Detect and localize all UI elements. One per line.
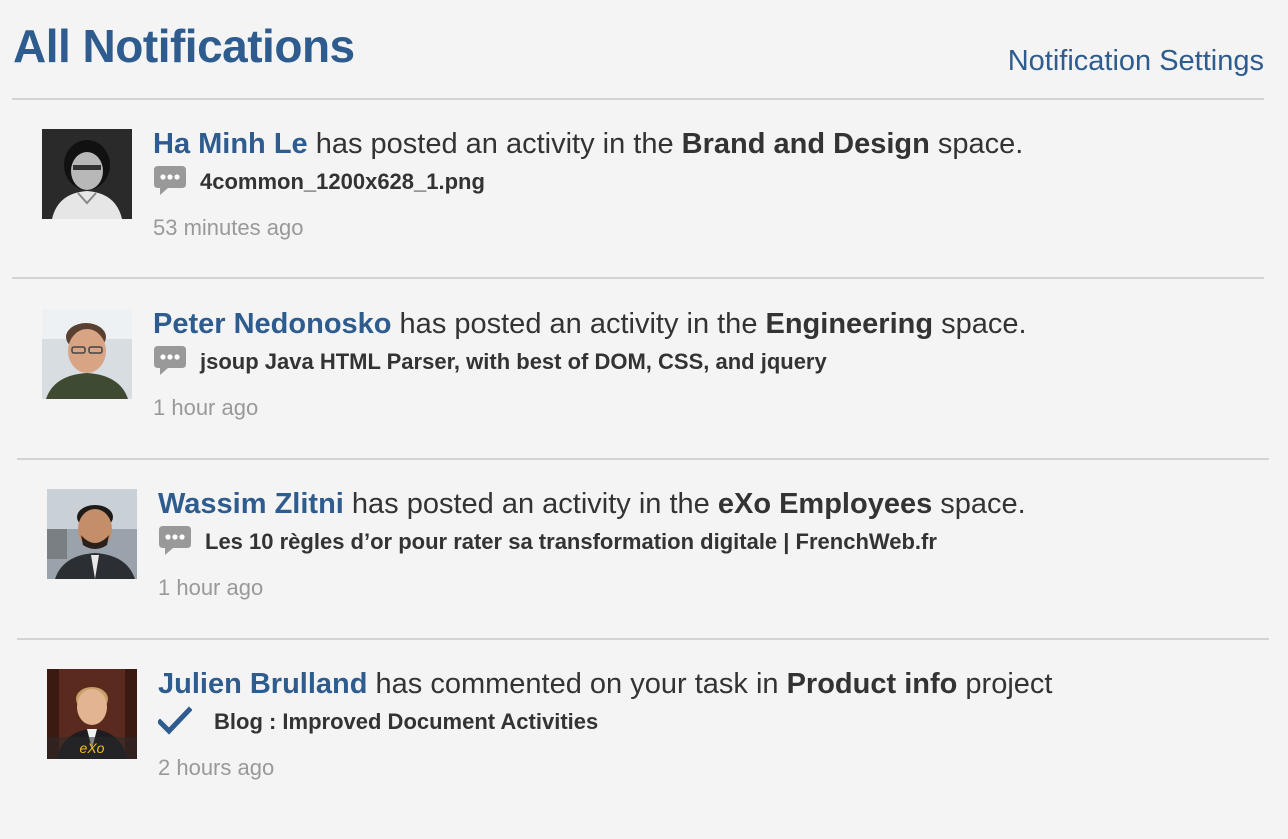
avatar[interactable] [42, 309, 132, 399]
timestamp: 2 hours ago [158, 755, 275, 780]
suffix-text: project [957, 668, 1053, 700]
divider [12, 98, 1264, 100]
notification-text: Peter Nedonosko has posted an activity i… [153, 309, 1027, 339]
timestamp: 1 hour ago [153, 395, 259, 420]
avatar[interactable] [42, 129, 132, 219]
comment-icon [153, 345, 187, 382]
page-header: All Notifications Notification Settings [0, 0, 1288, 100]
notification-settings-link[interactable]: Notification Settings [1008, 43, 1264, 79]
checkmark-icon [156, 705, 193, 742]
activity-title[interactable]: 4common_1200x628_1.png [200, 169, 485, 195]
suffix-text: space. [929, 128, 1024, 160]
user-link[interactable]: Peter Nedonosko [153, 308, 392, 340]
notification-text: Wassim Zlitni has posted an activity in … [158, 489, 1026, 519]
comment-icon [158, 525, 192, 562]
divider [17, 458, 1269, 460]
task-title[interactable]: Blog : Improved Document Activities [214, 709, 598, 735]
notification-item[interactable]: Wassim Zlitni has posted an activity in … [47, 489, 1288, 659]
notification-text: Ha Minh Le has posted an activity in the… [153, 129, 1023, 159]
notification-item[interactable]: Ha Minh Le has posted an activity in the… [42, 129, 1288, 299]
exo-badge: eXo [80, 740, 105, 756]
user-link[interactable]: Julien Brulland [158, 668, 367, 700]
divider [12, 277, 1264, 279]
action-text: has posted an activity in the [391, 308, 766, 340]
user-link[interactable]: Ha Minh Le [153, 128, 308, 160]
suffix-text: space. [933, 308, 1027, 340]
action-text: has commented on your task in [367, 668, 787, 700]
timestamp: 53 minutes ago [153, 215, 304, 240]
notification-item[interactable]: Peter Nedonosko has posted an activity i… [42, 309, 1288, 479]
comment-icon [153, 165, 187, 202]
space-name[interactable]: Brand and Design [682, 128, 930, 160]
action-text: has posted an activity in the [307, 128, 682, 160]
avatar[interactable]: eXo [47, 669, 137, 759]
project-name[interactable]: Product info [787, 668, 958, 700]
timestamp: 1 hour ago [158, 575, 264, 600]
space-name[interactable]: eXo Employees [718, 488, 932, 520]
notification-item[interactable]: eXo Julien Brulland has commented on you… [47, 669, 1288, 839]
avatar[interactable] [47, 489, 137, 579]
activity-title[interactable]: Les 10 règles d’or pour rater sa transfo… [205, 529, 937, 555]
page-title: All Notifications [13, 20, 355, 72]
user-link[interactable]: Wassim Zlitni [158, 488, 344, 520]
action-text: has posted an activity in the [343, 488, 718, 520]
divider [17, 638, 1269, 640]
suffix-text: space. [932, 488, 1026, 520]
notification-text: Julien Brulland has commented on your ta… [158, 669, 1052, 699]
activity-title[interactable]: jsoup Java HTML Parser, with best of DOM… [200, 349, 827, 375]
space-name[interactable]: Engineering [766, 308, 934, 340]
